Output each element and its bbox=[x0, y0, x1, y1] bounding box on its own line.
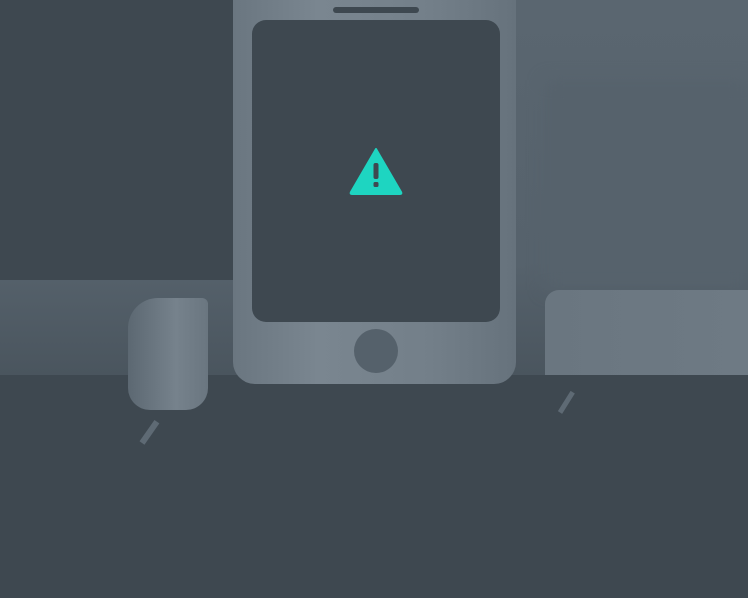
background-lower bbox=[0, 375, 748, 598]
left-hand bbox=[128, 298, 208, 410]
phone-speaker bbox=[333, 7, 419, 13]
warning-icon bbox=[349, 148, 403, 195]
illustration bbox=[0, 0, 748, 598]
home-button bbox=[354, 329, 398, 373]
right-hand bbox=[545, 290, 748, 375]
phone-screen bbox=[252, 20, 500, 322]
background-block-left bbox=[0, 0, 235, 280]
phone bbox=[233, 0, 516, 384]
background-block-right bbox=[545, 80, 748, 290]
